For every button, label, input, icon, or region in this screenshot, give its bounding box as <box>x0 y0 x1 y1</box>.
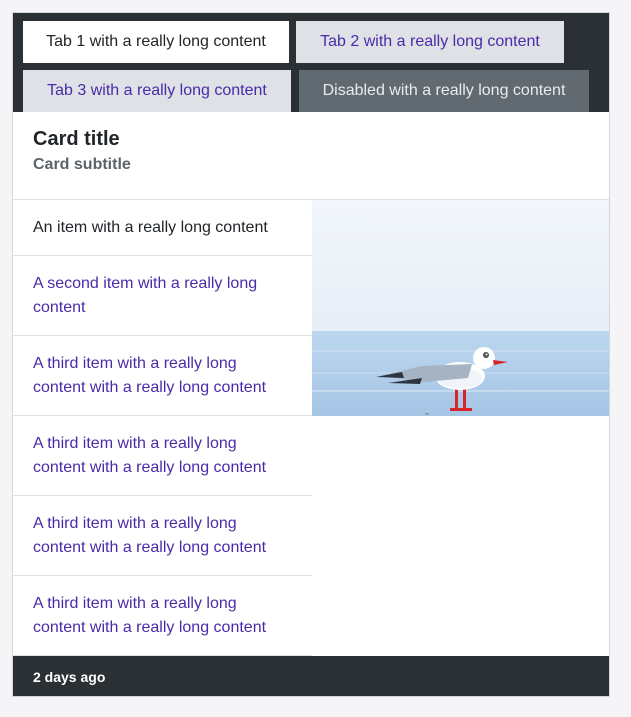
list-item-link[interactable]: A third item with a really long content … <box>13 416 312 496</box>
tab-2[interactable]: Tab 2 with a really long content <box>296 21 564 63</box>
card-title: Card title <box>33 128 120 150</box>
tab-bar: Tab 1 with a really long content Tab 2 w… <box>13 13 609 112</box>
list-item-link[interactable]: A second item with a really long content <box>13 256 312 336</box>
card-header: Card title Card subtitle <box>13 112 609 200</box>
list-item-link[interactable]: A third item with a really long content … <box>13 336 312 416</box>
list-item-text: An item with a really long content <box>33 218 268 236</box>
card: Tab 1 with a really long content Tab 2 w… <box>12 12 610 697</box>
list-item-link[interactable]: A third item with a really long content … <box>13 576 312 656</box>
tab-1[interactable]: Tab 1 with a really long content <box>23 21 289 63</box>
tab-3[interactable]: Tab 3 with a really long content <box>23 70 291 112</box>
list-item-text: A second item with a really long content <box>33 274 258 316</box>
card-image-seagull <box>312 200 609 416</box>
list-item-text: A third item with a really long content … <box>33 514 267 556</box>
footer-timestamp: 2 days ago <box>33 669 106 685</box>
card-footer: 2 days ago <box>13 656 609 696</box>
list-item-text: A third item with a really long content … <box>33 594 267 636</box>
card-subtitle: Card subtitle <box>33 156 131 173</box>
list-group: An item with a really long content A sec… <box>13 200 312 656</box>
list-item: An item with a really long content <box>13 200 312 256</box>
list-item-link[interactable]: A third item with a really long content … <box>13 496 312 576</box>
list-item-text: A third item with a really long content … <box>33 434 267 476</box>
tab-disabled: Disabled with a really long content <box>299 70 589 112</box>
list-item-text: A third item with a really long content … <box>33 354 267 396</box>
